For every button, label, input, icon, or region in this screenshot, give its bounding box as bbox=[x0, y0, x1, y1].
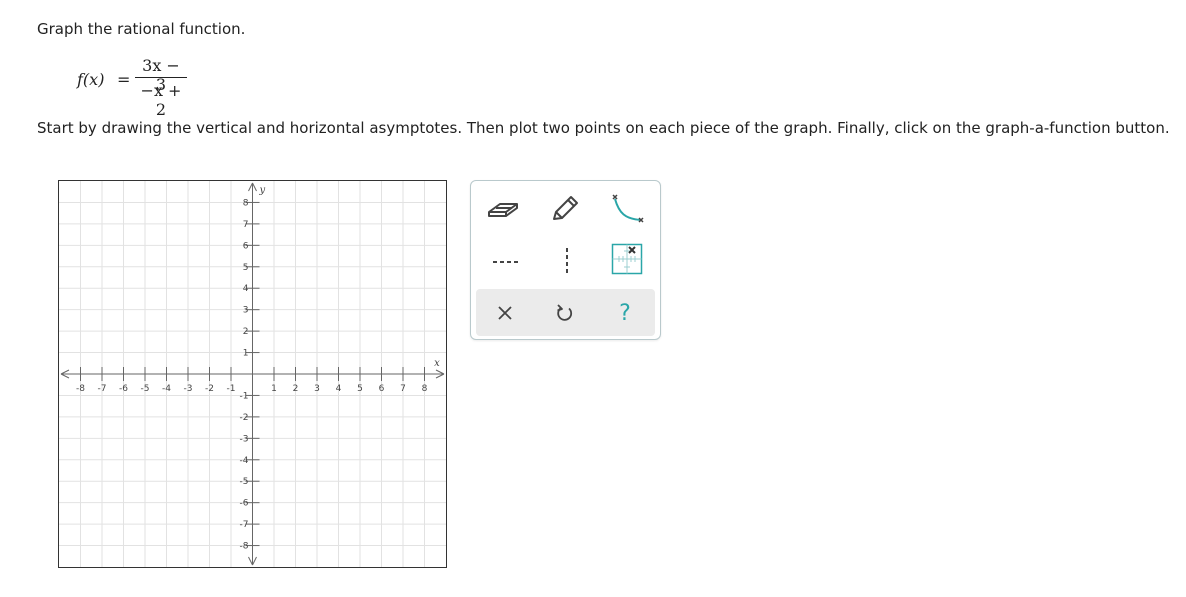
y-tick-label: 2 bbox=[243, 327, 249, 337]
x-tick-label: -2 bbox=[205, 384, 214, 394]
x-tick-label: 4 bbox=[336, 384, 342, 394]
grid-point-icon bbox=[611, 243, 643, 275]
instruction-steps: Start by drawing the vertical and horizo… bbox=[37, 119, 1170, 137]
x-tick-label: -3 bbox=[184, 384, 193, 394]
eraser-tool[interactable] bbox=[481, 191, 525, 227]
eraser-icon bbox=[488, 203, 518, 217]
instruction-title: Graph the rational function. bbox=[37, 20, 246, 38]
x-tick-label: 2 bbox=[293, 384, 299, 394]
x-tick-label: 6 bbox=[379, 384, 385, 394]
x-tick-label: -7 bbox=[98, 384, 107, 394]
x-tick-label: -4 bbox=[162, 384, 171, 394]
curve-icon bbox=[612, 194, 644, 223]
x-tick-label: -5 bbox=[141, 384, 150, 394]
x-tick-label: 8 bbox=[422, 384, 428, 394]
pencil-tool[interactable] bbox=[543, 191, 587, 227]
undo-icon bbox=[557, 304, 573, 321]
x-axis-label: x bbox=[434, 358, 440, 369]
fraction: 3x − 3 −x + 2 bbox=[135, 56, 187, 119]
point-tool[interactable] bbox=[605, 241, 649, 277]
help-button[interactable]: ? bbox=[603, 295, 647, 331]
equals-sign: = bbox=[117, 70, 131, 89]
x-tick-label: -1 bbox=[227, 384, 236, 394]
y-tick-label: -2 bbox=[240, 413, 249, 423]
pencil-icon bbox=[553, 196, 578, 220]
y-tick-label: -3 bbox=[240, 434, 249, 444]
vertical-dashed-line-icon bbox=[566, 248, 568, 274]
y-tick-label: 1 bbox=[243, 349, 249, 359]
coordinate-plane[interactable]: -8 -7 -6 -5 -4 -3 -2 -1 1 2 3 4 5 6 7 8 8 7 6 5 4 3 2 1 -1 -2 -3 -4… bbox=[59, 181, 446, 567]
graph-canvas[interactable]: -8 -7 -6 -5 -4 -3 -2 -1 1 2 3 4 5 6 7 8 8 7 6 5 4 3 2 1 -1 -2 -3 -4… bbox=[58, 180, 447, 568]
y-axis-label: y bbox=[259, 185, 266, 196]
clear-all-button[interactable] bbox=[483, 295, 527, 331]
y-tick-label: -4 bbox=[240, 456, 249, 466]
help-icon: ? bbox=[619, 300, 631, 326]
y-tick-label: -8 bbox=[240, 542, 249, 552]
numerator: 3x − 3 bbox=[142, 56, 180, 94]
y-tick-label: -5 bbox=[240, 477, 249, 487]
x-tick-label: 3 bbox=[314, 384, 320, 394]
y-tick-label: 3 bbox=[243, 306, 249, 316]
y-tick-label: -7 bbox=[240, 520, 249, 530]
y-tick-label: 6 bbox=[243, 241, 249, 251]
denominator: −x + 2 bbox=[140, 81, 182, 119]
y-tick-label: -6 bbox=[240, 499, 249, 509]
graphing-toolbar: ? bbox=[470, 180, 661, 340]
function-name: f(x) bbox=[77, 70, 105, 89]
y-tick-label: 4 bbox=[243, 284, 249, 294]
undo-button[interactable] bbox=[543, 295, 587, 331]
horizontal-dashed-line-icon bbox=[493, 261, 519, 263]
x-tick-label: 7 bbox=[400, 384, 406, 394]
y-tick-label: 7 bbox=[243, 220, 249, 230]
y-tick-label: 8 bbox=[243, 198, 249, 208]
y-tick-label: -1 bbox=[240, 391, 249, 401]
x-tick-label: -6 bbox=[119, 384, 128, 394]
close-icon bbox=[498, 306, 512, 320]
vertical-asymptote-tool[interactable] bbox=[545, 243, 589, 279]
graph-a-function-tool[interactable] bbox=[605, 191, 649, 227]
x-tick-label: 5 bbox=[357, 384, 363, 394]
y-tick-label: 5 bbox=[243, 263, 249, 273]
toolbar-action-row: ? bbox=[476, 289, 655, 336]
horizontal-asymptote-tool[interactable] bbox=[483, 243, 527, 279]
x-tick-label: 1 bbox=[271, 384, 277, 394]
x-tick-label: -8 bbox=[76, 384, 85, 394]
